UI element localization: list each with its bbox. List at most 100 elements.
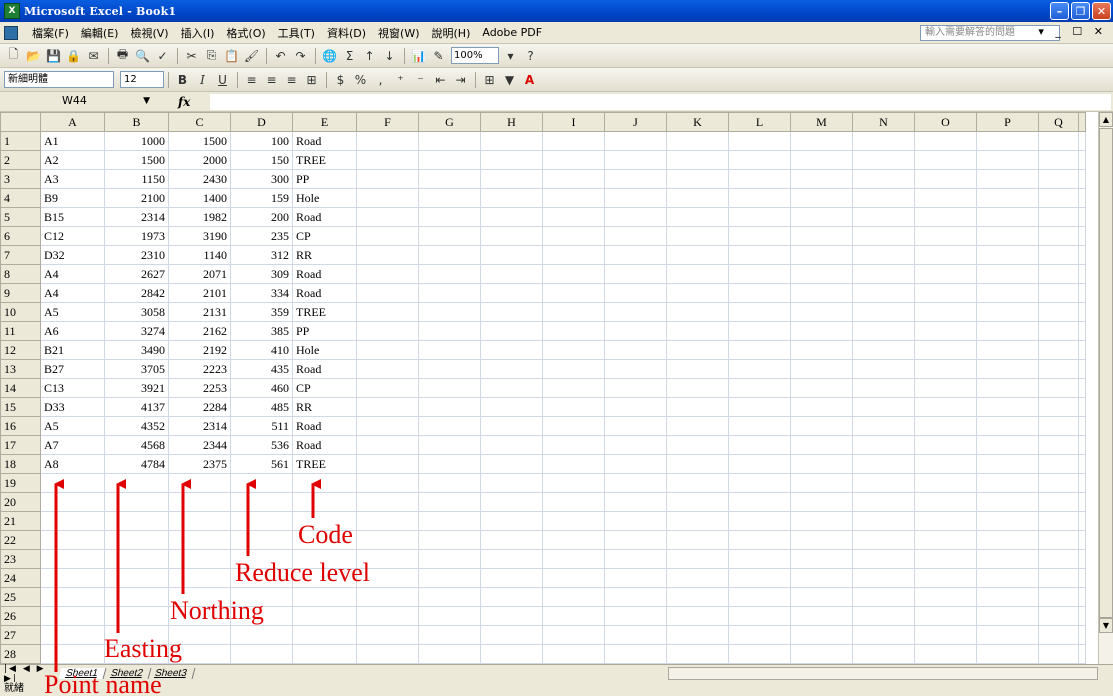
cell[interactable]: 2842 [104,283,169,303]
cell[interactable] [480,283,543,303]
cell[interactable] [666,302,729,322]
cell[interactable]: 359 [230,302,293,322]
sort-ascending-icon[interactable]: ↑ [360,47,379,65]
cell[interactable] [790,644,853,664]
cell[interactable] [604,283,667,303]
paste-icon[interactable]: 📋 [222,47,241,65]
cell[interactable] [1038,568,1079,588]
cell[interactable] [666,492,729,512]
cell[interactable] [542,492,605,512]
cell[interactable]: A2 [40,150,105,170]
cell[interactable] [666,169,729,189]
cell[interactable] [914,226,977,246]
column-header[interactable]: K [666,112,729,132]
underline-icon[interactable]: U [213,71,232,89]
save-icon[interactable]: 💾 [44,47,63,65]
cell[interactable] [666,606,729,626]
cell[interactable] [104,568,169,588]
cell[interactable] [1038,302,1079,322]
copy-icon[interactable]: ⎘ [202,47,221,65]
cell[interactable] [480,454,543,474]
cell[interactable] [542,169,605,189]
cell[interactable]: 2375 [168,454,231,474]
cell[interactable] [604,606,667,626]
cell[interactable] [1038,283,1079,303]
cell[interactable] [728,378,791,398]
cell[interactable]: 1000 [104,131,169,151]
cell[interactable] [1038,435,1079,455]
cell[interactable] [480,188,543,208]
cell[interactable]: 2192 [168,340,231,360]
align-left-icon[interactable]: ≡ [242,71,261,89]
cell[interactable]: Hole [292,340,357,360]
cell[interactable] [852,207,915,227]
cell[interactable] [480,264,543,284]
cell[interactable]: 2100 [104,188,169,208]
cell[interactable] [666,644,729,664]
minimize-button[interactable]: – [1050,2,1069,20]
cell[interactable] [666,568,729,588]
cell[interactable]: Road [292,435,357,455]
cell[interactable] [914,340,977,360]
cell[interactable] [852,644,915,664]
cell[interactable] [104,511,169,531]
cell[interactable] [728,511,791,531]
cell[interactable] [976,511,1039,531]
cell[interactable] [604,302,667,322]
cell[interactable] [604,435,667,455]
cell[interactable]: Road [292,264,357,284]
cell[interactable]: PP [292,169,357,189]
cell[interactable] [230,644,293,664]
cell[interactable] [852,473,915,493]
cell[interactable] [40,549,105,569]
menu-adobe-pdf[interactable]: Adobe PDF [476,26,548,39]
column-header[interactable]: B [104,112,169,132]
cell[interactable] [914,568,977,588]
cell[interactable] [976,302,1039,322]
cell[interactable]: 1400 [168,188,231,208]
row-header[interactable]: 6 [0,226,41,246]
cell[interactable] [728,454,791,474]
cell[interactable] [542,359,605,379]
cell[interactable] [604,492,667,512]
cell[interactable] [1078,264,1086,284]
cell[interactable] [356,169,419,189]
cell[interactable] [480,587,543,607]
cell[interactable]: CP [292,378,357,398]
cell[interactable] [914,283,977,303]
cell[interactable] [40,473,105,493]
menu-help[interactable]: 說明(H) [426,25,477,41]
cell[interactable] [1078,131,1086,151]
menu-tools[interactable]: 工具(T) [272,25,321,41]
cell[interactable] [852,188,915,208]
cell[interactable] [914,378,977,398]
cell[interactable] [790,321,853,341]
cell[interactable] [418,245,481,265]
cell[interactable] [356,454,419,474]
cell[interactable] [914,644,977,664]
cell[interactable] [418,207,481,227]
cell[interactable]: TREE [292,150,357,170]
formula-input[interactable] [210,94,1111,110]
cell[interactable] [728,606,791,626]
cell[interactable] [790,416,853,436]
cell[interactable] [914,454,977,474]
row-header[interactable]: 2 [0,150,41,170]
cell[interactable] [790,264,853,284]
cell[interactable] [480,226,543,246]
cell[interactable] [1078,549,1086,569]
cell[interactable] [1078,644,1086,664]
row-header[interactable]: 18 [0,454,41,474]
cell[interactable] [852,226,915,246]
cell[interactable]: 485 [230,397,293,417]
name-box[interactable]: W44 ▼ [22,93,162,110]
cell[interactable] [1038,359,1079,379]
cell[interactable] [728,264,791,284]
cell[interactable] [728,131,791,151]
cell[interactable] [976,549,1039,569]
cell[interactable] [790,530,853,550]
cell[interactable] [230,625,293,645]
new-icon[interactable]: 🗋 [4,47,23,65]
cell[interactable]: 1500 [168,131,231,151]
row-header[interactable]: 13 [0,359,41,379]
